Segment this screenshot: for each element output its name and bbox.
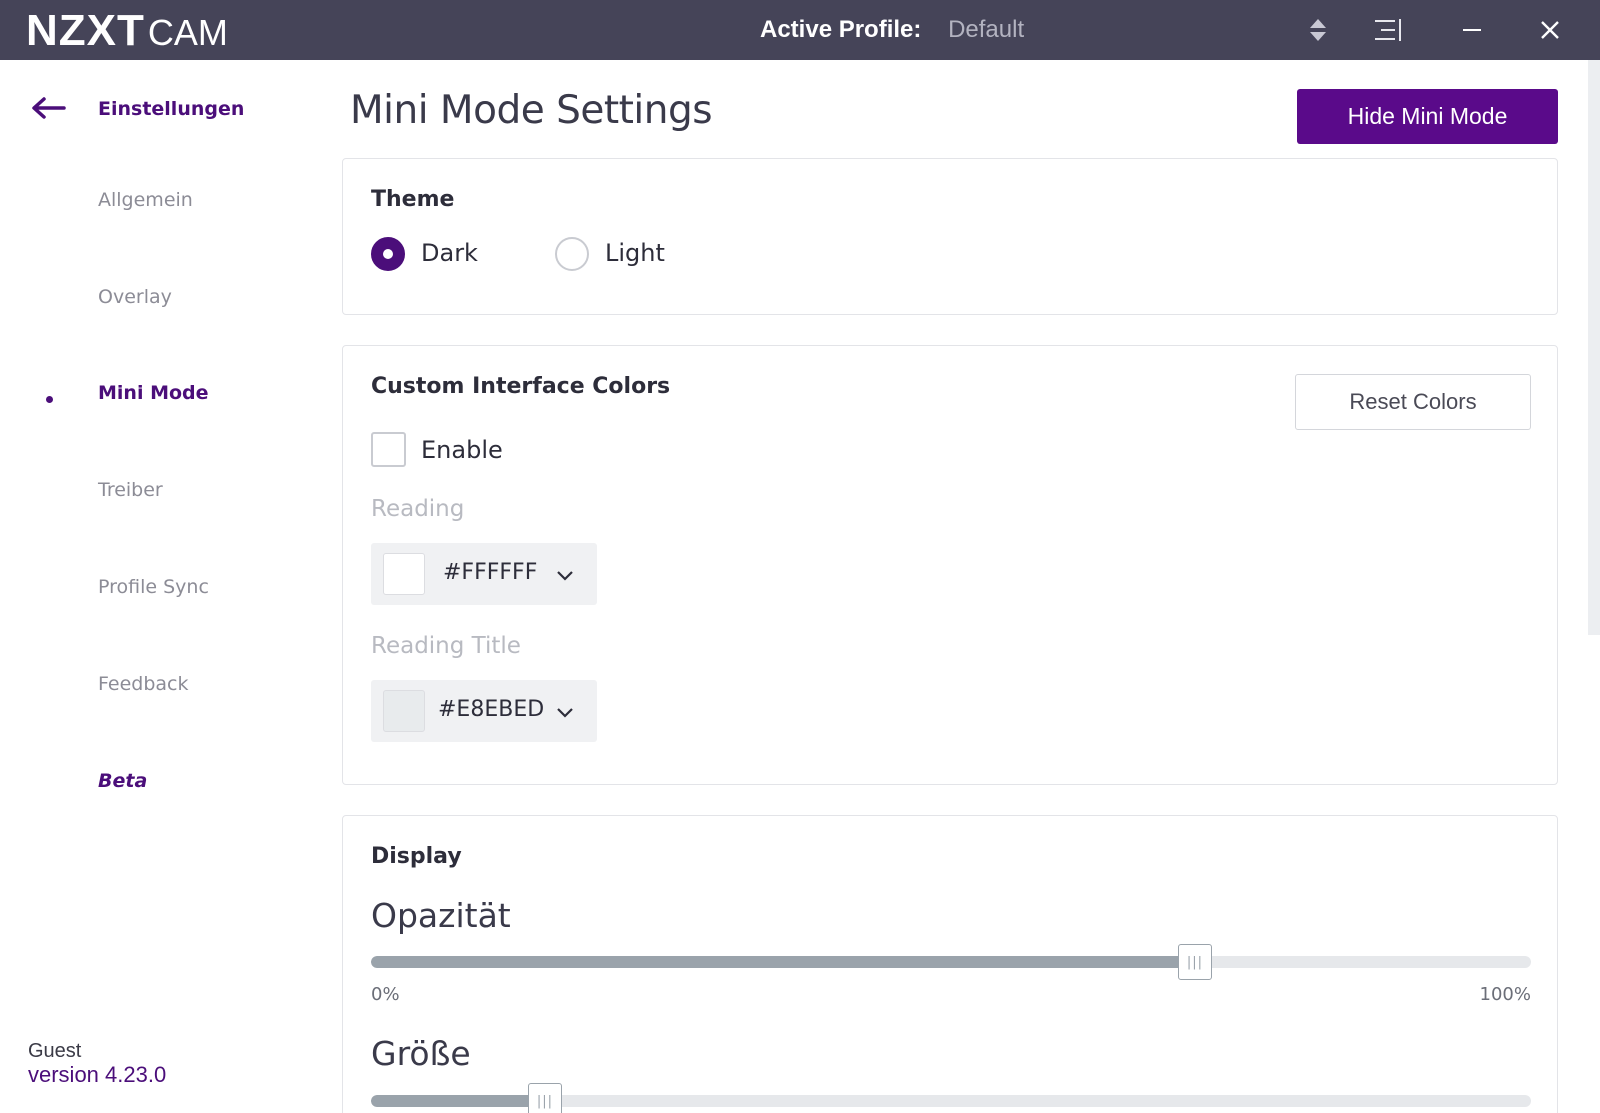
theme-title: Theme: [371, 187, 455, 212]
sidebar: Einstellungen Allgemein Overlay Mini Mod…: [0, 60, 320, 1113]
sidebar-item-feedback[interactable]: Feedback: [98, 673, 188, 695]
app-version: version 4.23.0: [28, 1062, 167, 1087]
sidebar-item-treiber[interactable]: Treiber: [98, 479, 163, 501]
opacity-label: Opazität: [371, 896, 511, 935]
reading-color-swatch: [383, 553, 425, 595]
sidebar-item-allgemein[interactable]: Allgemein: [98, 189, 193, 211]
minimize-icon[interactable]: [1456, 14, 1488, 46]
page-title: Mini Mode Settings: [350, 88, 713, 133]
settings-back-label[interactable]: Einstellungen: [98, 98, 244, 120]
active-profile[interactable]: Active Profile: Default: [760, 16, 1024, 44]
hide-mini-mode-button[interactable]: Hide Mini Mode: [1297, 89, 1558, 144]
opacity-max-label: 100%: [1479, 984, 1531, 1005]
theme-card: Theme Dark Light: [342, 158, 1558, 315]
scrollbar[interactable]: [1588, 60, 1600, 635]
sidebar-item-overlay[interactable]: Overlay: [98, 286, 172, 308]
back-arrow-icon[interactable]: [30, 96, 66, 120]
size-slider-thumb[interactable]: |||: [528, 1083, 562, 1113]
chevron-down-icon: [557, 708, 573, 718]
opacity-slider-track[interactable]: [371, 956, 1531, 968]
reading-title-label: Reading Title: [371, 633, 521, 659]
size-slider-fill: [371, 1095, 545, 1107]
reading-title-color-swatch: [383, 690, 425, 732]
menu-icon[interactable]: [1372, 14, 1404, 46]
opacity-min-label: 0%: [371, 984, 400, 1005]
profile-switch-icon[interactable]: [1302, 14, 1334, 46]
theme-light-radio[interactable]: [555, 237, 589, 271]
enable-label[interactable]: Enable: [421, 436, 503, 464]
logo-sub: CAM: [147, 12, 228, 53]
sidebar-item-profile-sync[interactable]: Profile Sync: [98, 576, 209, 598]
close-icon[interactable]: [1534, 14, 1566, 46]
active-profile-label: Active Profile:: [760, 16, 922, 43]
theme-dark-label[interactable]: Dark: [421, 239, 478, 267]
opacity-slider-thumb[interactable]: |||: [1178, 944, 1212, 980]
enable-checkbox[interactable]: [371, 432, 406, 467]
theme-dark-radio[interactable]: [371, 237, 405, 271]
user-name: Guest: [28, 1040, 82, 1062]
logo-main: NZXT: [26, 6, 145, 55]
sidebar-item-beta[interactable]: Beta: [98, 770, 147, 792]
custom-colors-card: Custom Interface Colors Reset Colors Ena…: [342, 345, 1558, 785]
reading-color-value: #FFFFFF: [443, 560, 538, 585]
display-card: Display Opazität ||| 0% 100% Größe |||: [342, 815, 1558, 1113]
active-indicator-dot: [46, 396, 53, 403]
reading-label: Reading: [371, 496, 465, 522]
display-title: Display: [371, 844, 462, 869]
active-profile-value[interactable]: Default: [948, 16, 1024, 43]
reading-title-color-picker[interactable]: #E8EBED: [371, 680, 597, 742]
reading-color-picker[interactable]: #FFFFFF: [371, 543, 597, 605]
size-label: Größe: [371, 1034, 471, 1073]
opacity-slider-fill: [371, 956, 1195, 968]
reading-title-color-value: #E8EBED: [438, 697, 545, 722]
theme-light-label[interactable]: Light: [605, 239, 665, 267]
title-bar: NZXT CAM Active Profile: Default: [0, 0, 1600, 60]
nzxt-cam-logo: NZXT CAM: [26, 6, 228, 56]
sidebar-item-mini-mode[interactable]: Mini Mode: [98, 382, 209, 404]
custom-colors-title: Custom Interface Colors: [371, 374, 671, 399]
reset-colors-button[interactable]: Reset Colors: [1295, 374, 1531, 430]
chevron-down-icon: [557, 571, 573, 581]
